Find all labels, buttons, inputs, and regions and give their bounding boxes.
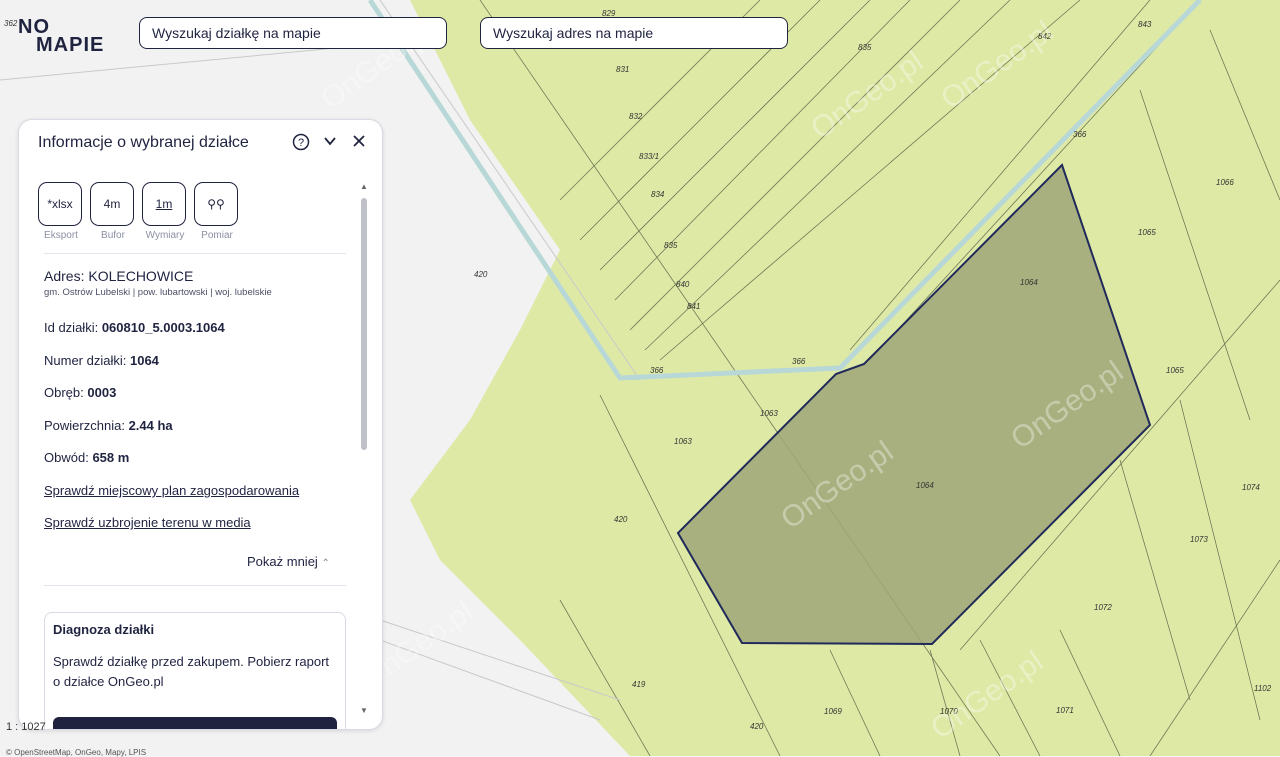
buffer-button[interactable]: 4m Bufor	[90, 182, 136, 241]
area-value: 2.44 ha	[128, 418, 173, 433]
parcel-label: 1074	[1242, 483, 1260, 492]
divider	[44, 585, 346, 586]
close-icon[interactable]	[348, 133, 370, 155]
area-label: Powierzchnia:	[44, 418, 125, 433]
parcel-label: 1066	[1216, 178, 1234, 187]
parcel-label: 366	[1073, 130, 1087, 139]
plot-number-line: Numer działki: 1064	[44, 353, 159, 368]
export-button[interactable]: *xlsx Eksport	[38, 182, 84, 241]
measure-button[interactable]: ⚲⚲ Pomiar	[194, 182, 240, 241]
parcel-label: 1063	[674, 437, 692, 446]
parcel-label: 834	[651, 190, 665, 199]
parcel-label: 1065	[1166, 366, 1184, 375]
map-scale: 1 : 1027	[6, 721, 46, 733]
precinct-value: 0003	[87, 385, 117, 400]
parcel-label: 835	[664, 241, 678, 250]
show-less-toggle[interactable]: Pokaż mniej ⌃	[247, 554, 330, 569]
collapse-chevron-icon[interactable]	[319, 133, 341, 155]
scroll-down-arrow-icon[interactable]: ▼	[359, 706, 369, 716]
buffer-label: Bufor	[101, 230, 125, 241]
parcel-label: 835	[858, 43, 872, 52]
dimensions-button[interactable]: 1m Wymiary	[142, 182, 188, 241]
parcel-label: 1072	[1094, 603, 1112, 612]
plot-id-value: 060810_5.0003.1064	[101, 320, 225, 335]
parcel-label: 841	[687, 302, 700, 311]
export-xlsx-icon: *xlsx	[38, 182, 82, 226]
parcel-label: 1071	[1056, 706, 1074, 715]
divider	[44, 253, 346, 254]
parcel-label: 832	[629, 112, 643, 121]
plot-search-input[interactable]: Wyszukaj działkę na mapie	[139, 17, 447, 49]
parcel-label: 1073	[1190, 535, 1208, 544]
plot-info-panel: Informacje o wybranej działce ? *xlsx Ek…	[18, 119, 383, 730]
plot-number-label: Numer działki:	[44, 353, 127, 368]
perimeter-line: Obwód: 658 m	[44, 450, 129, 465]
address-sub: gm. Ostrów Lubelski | pow. lubartowski |…	[44, 287, 272, 298]
parcel-label: 1064	[1020, 278, 1038, 287]
svg-text:?: ?	[298, 137, 304, 149]
parcel-label: 420	[614, 515, 628, 524]
measure-icon: ⚲⚲	[194, 182, 238, 226]
parcel-label: 1065	[1138, 228, 1156, 237]
show-less-label: Pokaż mniej	[247, 554, 318, 569]
address-line: Adres: KOLECHOWICE	[44, 268, 193, 284]
perimeter-label: Obwód:	[44, 450, 89, 465]
zoning-plan-link[interactable]: Sprawdź miejscowy plan zagospodarowania	[44, 483, 299, 498]
parcel-label: 1064	[916, 481, 934, 490]
panel-title: Informacje o wybranej działce	[38, 134, 249, 151]
parcel-label: 1102	[1254, 684, 1272, 693]
panel-scrollbar[interactable]: ▲ ▼	[359, 182, 369, 720]
scroll-up-arrow-icon[interactable]: ▲	[359, 182, 369, 192]
parcel-label: 1069	[824, 707, 842, 716]
help-icon[interactable]: ?	[290, 133, 312, 155]
parcel-label: 840	[676, 280, 690, 289]
area-line: Powierzchnia: 2.44 ha	[44, 418, 173, 433]
plot-search-placeholder: Wyszukaj działkę na mapie	[152, 25, 321, 41]
measure-label: Pomiar	[201, 230, 233, 241]
export-label: Eksport	[44, 230, 78, 241]
diagnosis-title: Diagnoza działki	[53, 622, 155, 637]
scroll-thumb[interactable]	[361, 198, 367, 450]
address-label: Adres:	[44, 268, 85, 284]
plot-id-label: Id działki:	[44, 320, 99, 335]
parcel-label: 843	[1138, 20, 1152, 29]
precinct-line: Obręb: 0003	[44, 385, 116, 400]
logo[interactable]: NO MAPIE	[18, 16, 118, 60]
parcel-label: 362	[4, 19, 18, 28]
perimeter-value: 658 m	[92, 450, 130, 465]
parcel-label: 366	[792, 357, 806, 366]
plot-number-value: 1064	[129, 353, 159, 368]
dimensions-icon: 1m	[142, 182, 186, 226]
logo-line2: MAPIE	[36, 34, 105, 56]
parcel-label: 366	[650, 366, 664, 375]
address-search-placeholder: Wyszukaj adres na mapie	[493, 25, 654, 41]
parcel-label: 833/1	[639, 152, 659, 161]
plot-id-line: Id działki: 060810_5.0003.1064	[44, 320, 225, 335]
parcel-label: 420	[750, 722, 764, 731]
diagnosis-text: Sprawdź działkę przed zakupem. Pobierz r…	[53, 654, 330, 689]
address-search-input[interactable]: Wyszukaj adres na mapie	[480, 17, 788, 49]
parcel-label: 831	[616, 65, 629, 74]
parcel-label: 1063	[760, 409, 778, 418]
dimensions-label: Wymiary	[145, 230, 185, 241]
diagnosis-button[interactable]	[53, 717, 337, 729]
diagnosis-card: Diagnoza działki Sprawdź działkę przed z…	[44, 612, 346, 729]
precinct-label: Obręb:	[44, 385, 84, 400]
chevron-up-icon: ⌃	[321, 558, 330, 569]
parcel-label: 420	[474, 270, 488, 279]
address-value: KOLECHOWICE	[88, 268, 194, 284]
buffer-icon: 4m	[90, 182, 134, 226]
parcel-label: 419	[632, 680, 646, 689]
utilities-link[interactable]: Sprawdź uzbrojenie terenu w media	[44, 515, 251, 530]
